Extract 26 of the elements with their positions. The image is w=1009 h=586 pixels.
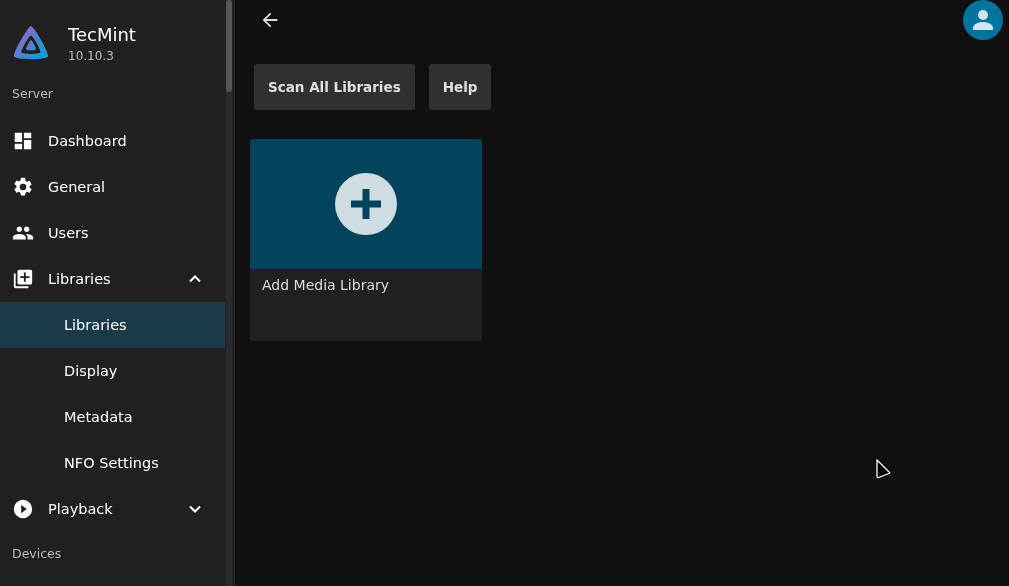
mouse-cursor-icon (875, 458, 893, 480)
section-header: Server (11, 85, 54, 103)
nav-item[interactable]: Playback (0, 486, 225, 532)
nav-subitem[interactable]: NFO Settings (0, 440, 225, 486)
toolbar-button[interactable]: Help (428, 64, 492, 110)
add-icon (335, 173, 397, 235)
nav-subitem[interactable]: Display (0, 348, 225, 394)
settings-icon (12, 176, 34, 198)
nav-item[interactable]: Users (0, 210, 225, 256)
nav-item[interactable]: Dashboard (0, 118, 225, 164)
section-header: Devices (11, 545, 63, 563)
app-name: TecMint (68, 23, 136, 45)
logo-icon (12, 24, 50, 62)
play-icon (12, 498, 34, 520)
nav-item[interactable]: Libraries (0, 256, 225, 302)
dashboard-icon (12, 130, 34, 152)
nav-item[interactable]: General (0, 164, 225, 210)
library-add-icon (12, 268, 34, 290)
scrollbar-thumb[interactable] (226, 0, 232, 92)
nav-subitem[interactable]: Libraries (0, 302, 225, 348)
user-avatar-icon[interactable] (963, 0, 1003, 40)
app-version: 10.10.3 (68, 48, 115, 63)
toolbar-button[interactable]: Scan All Libraries (254, 64, 415, 110)
card-title: Add Media Library (261, 276, 390, 295)
nav-subitem[interactable]: Metadata (0, 394, 225, 440)
library-card[interactable]: Add Media Library (250, 139, 482, 341)
